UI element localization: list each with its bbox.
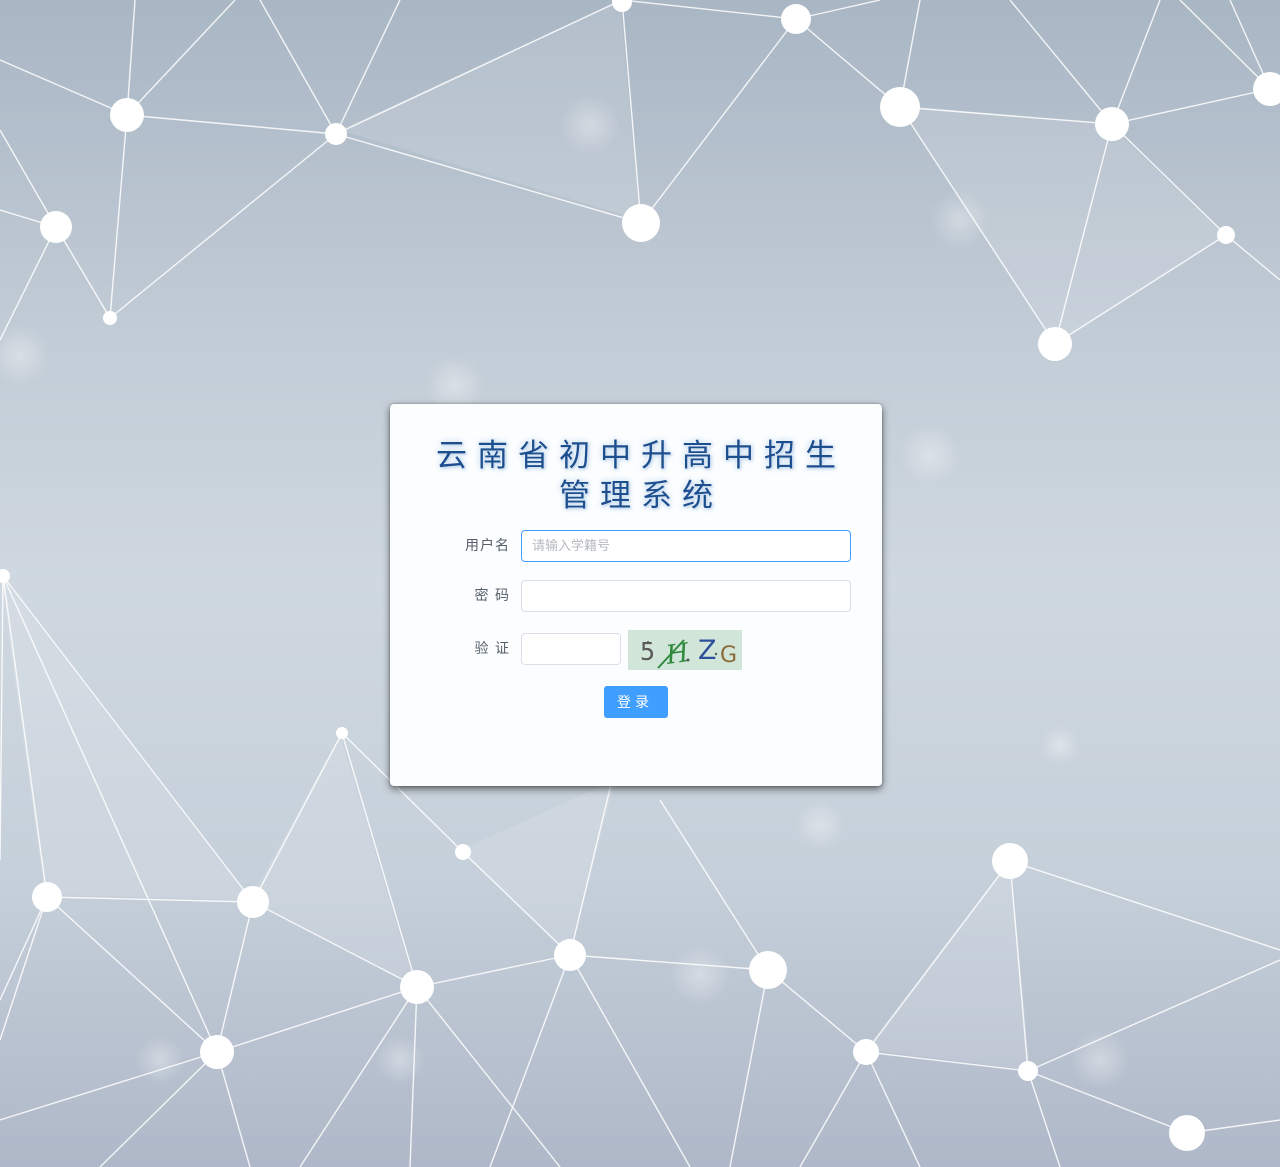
captcha-char-4: G: [720, 643, 737, 668]
captcha-image[interactable]: 5 H Z G: [628, 630, 742, 670]
login-button[interactable]: 登录: [604, 686, 668, 718]
title-line-2: 管理系统: [559, 478, 723, 514]
password-input[interactable]: [521, 580, 851, 612]
captcha-label: 验 证: [474, 641, 510, 657]
page-title: 云南省初中升高中招生 管理系统: [390, 436, 882, 516]
title-line-1: 云南省初中升高中招生: [436, 438, 846, 474]
password-row: 密 码: [390, 580, 882, 612]
username-input[interactable]: [521, 530, 851, 562]
captcha-char-3: Z: [698, 635, 717, 666]
username-label: 用户名: [465, 538, 510, 554]
username-row: 用户名: [390, 530, 882, 562]
password-label: 密 码: [474, 588, 510, 604]
captcha-row: 验 证 5 H Z G: [390, 630, 882, 670]
captcha-input[interactable]: [521, 633, 621, 665]
login-card: 云南省初中升高中招生 管理系统 用户名 密 码 验 证 5 H Z G: [390, 404, 882, 786]
